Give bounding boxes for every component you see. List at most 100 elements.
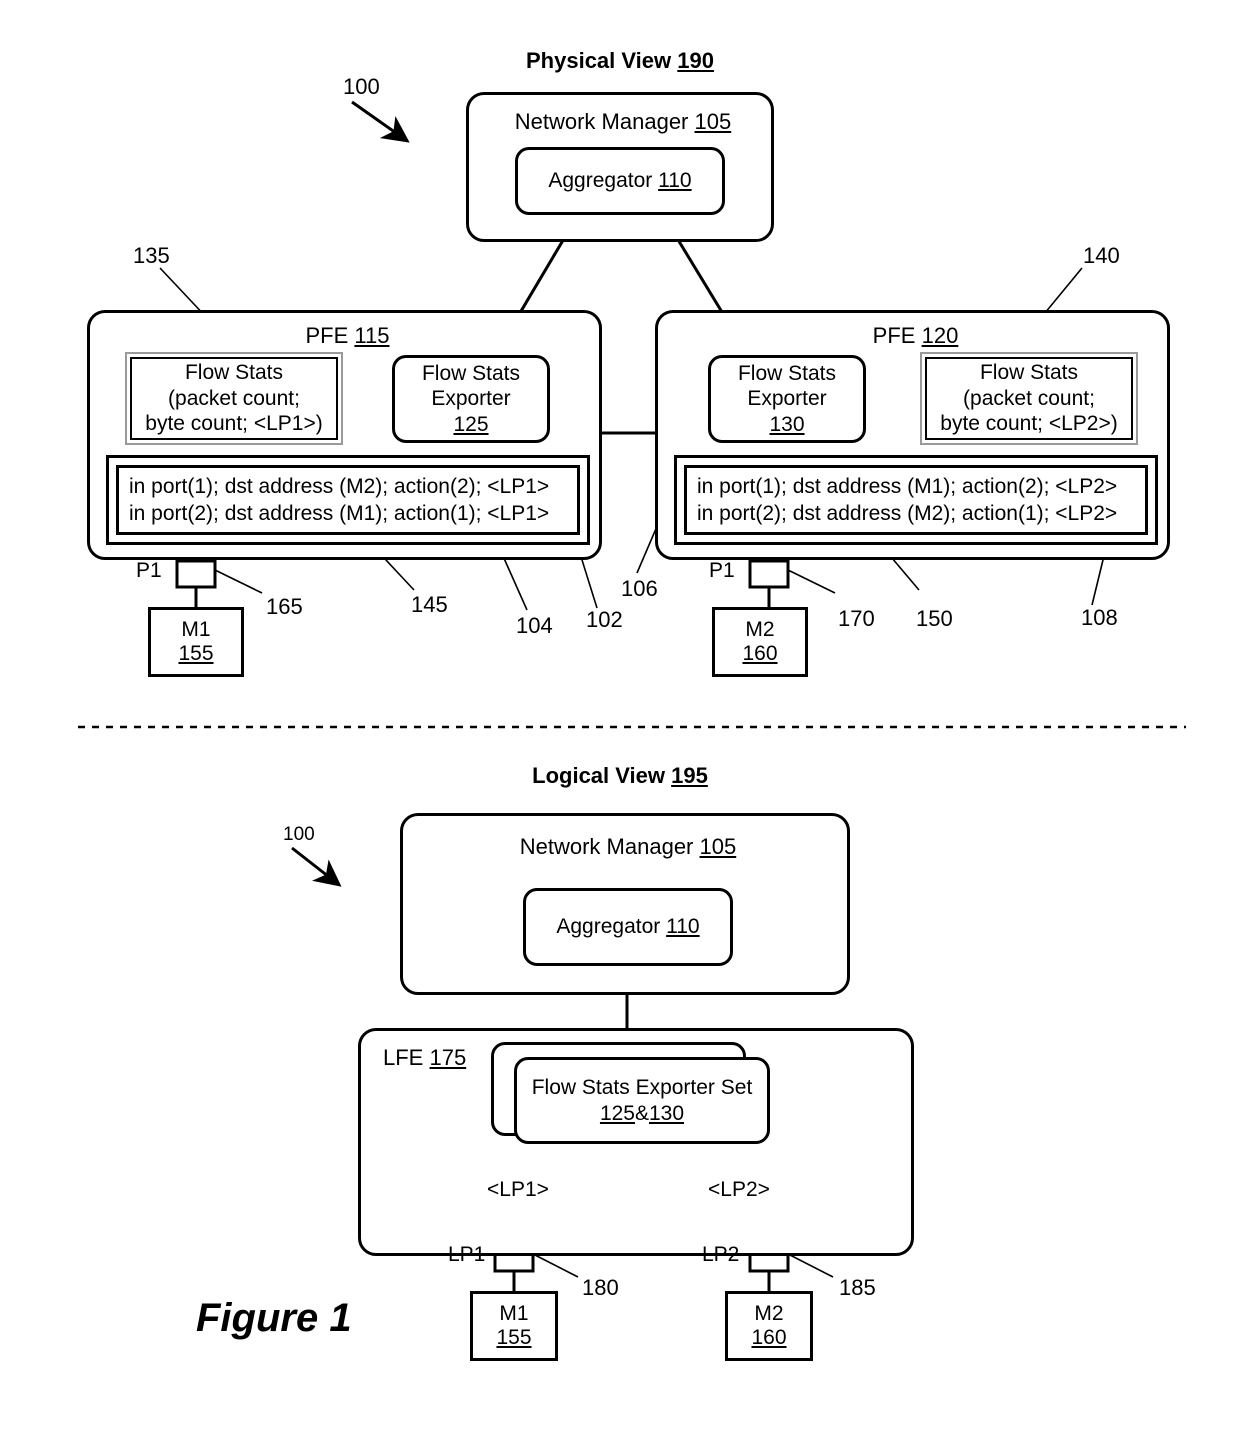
flow-stats-115-text: Flow Stats (packet count; byte count; <L… <box>145 360 322 437</box>
flow-stats-120-line3: byte count; <LP2>) <box>940 412 1118 436</box>
figure-caption: Figure 1 <box>196 1296 352 1340</box>
lfe-175-title-text: LFE <box>383 1045 424 1070</box>
machine-m1-logical: M1 155 <box>470 1291 558 1361</box>
flow-stats-115-line1: Flow Stats <box>184 361 284 385</box>
flow-rule-120-row-1: in port(1); dst address (M1); action(2);… <box>697 474 1118 498</box>
flow-stats-120: Flow Stats (packet count; byte count; <L… <box>920 352 1138 445</box>
callout-ref-135: 135 <box>133 243 170 268</box>
flow-stats-115: Flow Stats (packet count; byte count; <L… <box>125 352 343 445</box>
machine-m1-ref-logical: 155 <box>496 1326 532 1349</box>
ref-150: 150 <box>916 606 953 631</box>
pfe-120-container: PFE 120 Flow Stats Exporter 130 Flow Sta… <box>655 310 1170 560</box>
lfe-175-title: LFE 175 <box>383 1045 466 1071</box>
pfe-120-title-text: PFE <box>872 323 916 348</box>
flow-rules-120-outer: in port(1); dst address (M1); action(2);… <box>674 455 1158 545</box>
ref-108: 108 <box>1081 605 1118 630</box>
logical-port-ref-185: 185 <box>839 1275 876 1300</box>
pfe-115-title-ref: 115 <box>354 323 390 348</box>
port-label-p1-right: P1 <box>709 559 735 582</box>
flow-stats-120-text: Flow Stats (packet count; byte count; <L… <box>940 360 1117 437</box>
network-manager-text-logical: Network Manager <box>519 834 694 859</box>
exporter-set-ref-b: 130 <box>649 1101 685 1125</box>
aggregator-ref-logical: 110 <box>666 914 700 938</box>
logical-port-label-lp2: LP2 <box>702 1243 740 1266</box>
network-manager-label-logical: Network Manager 105 <box>403 834 853 860</box>
port-label-p1-left: P1 <box>136 559 162 582</box>
flow-stats-115-line3: byte count; <LP1>) <box>145 412 323 436</box>
logical-view-title: Logical View 195 <box>0 763 1240 789</box>
machine-m1-physical: M1 155 <box>148 607 244 677</box>
machine-m1-name-physical: M1 <box>181 617 211 641</box>
network-manager-label-physical: Network Manager 105 <box>469 109 777 135</box>
aggregator-text-logical: Aggregator <box>556 914 661 938</box>
physical-view-title-text: Physical View <box>526 48 672 73</box>
callout-ref-140: 140 <box>1083 243 1120 268</box>
exporter-130-ref: 130 <box>769 412 805 436</box>
network-manager-text-physical: Network Manager <box>514 109 689 134</box>
flow-rules-120-inner: in port(1); dst address (M1); action(2);… <box>684 465 1148 535</box>
pfe-115-container: PFE 115 Flow Stats (packet count; byte c… <box>87 310 602 560</box>
aggregator-physical: Aggregator 110 <box>515 147 725 215</box>
port-ref-165: 165 <box>266 594 303 619</box>
exporter-125-line2: Exporter <box>431 387 511 411</box>
exporter-set-amp: & <box>634 1101 649 1125</box>
exporter-125-line1: Flow Stats <box>421 361 521 385</box>
pfe-120-title: PFE 120 <box>658 323 1173 349</box>
machine-m1-ref-physical: 155 <box>178 642 214 665</box>
logical-view-title-ref: 195 <box>671 763 708 788</box>
flow-stats-exporter-set-text: Flow Stats Exporter Set 125&130 <box>532 1075 753 1126</box>
machine-m1-name-logical: M1 <box>499 1301 529 1325</box>
exporter-125-ref: 125 <box>453 412 489 436</box>
flow-rules-115-inner: in port(1); dst address (M2); action(2);… <box>116 465 580 535</box>
aggregator-ref-physical: 110 <box>658 168 692 192</box>
pfe-115-title: PFE 115 <box>90 323 605 349</box>
machine-m2-ref-logical: 160 <box>751 1326 787 1349</box>
network-manager-logical: Network Manager 105 Aggregator 110 <box>400 813 850 995</box>
flow-stats-exporter-130: Flow Stats Exporter 130 <box>708 355 866 443</box>
network-manager-ref-physical: 105 <box>694 109 732 134</box>
ref-102: 102 <box>586 607 623 632</box>
machine-m2-ref-physical: 160 <box>742 642 778 665</box>
exporter-set-ref-a: 125 <box>599 1101 635 1125</box>
aggregator-text-physical: Aggregator <box>548 168 653 192</box>
exporter-set-line1: Flow Stats Exporter Set <box>531 1075 753 1099</box>
logical-view-title-text: Logical View <box>532 763 665 788</box>
ref-104: 104 <box>516 613 553 638</box>
figure-page: Physical View 190 100 Network Manager 10… <box>0 0 1240 1430</box>
machine-m2-logical: M2 160 <box>725 1291 813 1361</box>
flow-stats-exporter-set: Flow Stats Exporter Set 125&130 <box>514 1057 770 1144</box>
exporter-130-line1: Flow Stats <box>737 361 837 385</box>
logical-port-label-lp1: LP1 <box>448 1243 486 1266</box>
pfe-120-title-ref: 120 <box>921 323 959 348</box>
logical-link-label-lp1: <LP1> <box>487 1178 549 1201</box>
system-ref-100-logical: 100 <box>283 824 315 845</box>
logical-link-label-lp2: <LP2> <box>708 1178 770 1201</box>
exporter-130-line2: Exporter <box>747 387 827 411</box>
physical-view-title-ref: 190 <box>677 48 714 73</box>
machine-m2-physical: M2 160 <box>712 607 808 677</box>
port-ref-170: 170 <box>838 606 875 631</box>
machine-m2-name-physical: M2 <box>745 617 775 641</box>
flow-stats-exporter-125-text: Flow Stats Exporter 125 <box>422 361 520 438</box>
aggregator-logical: Aggregator 110 <box>523 888 733 966</box>
flow-stats-120-line1: Flow Stats <box>979 361 1079 385</box>
flow-rule-115-row-2: in port(2); dst address (M1); action(1);… <box>129 502 550 525</box>
logical-port-ref-180: 180 <box>582 1275 619 1300</box>
flow-rule-115-row-1: in port(1); dst address (M2); action(2);… <box>129 474 550 498</box>
lfe-175-title-ref: 175 <box>429 1045 467 1070</box>
network-manager-physical: Network Manager 105 Aggregator 110 <box>466 92 774 242</box>
system-ref-100-physical: 100 <box>343 74 380 99</box>
machine-m2-name-logical: M2 <box>754 1301 784 1325</box>
ref-145: 145 <box>411 592 448 617</box>
ref-106: 106 <box>621 576 658 601</box>
flow-stats-exporter-125: Flow Stats Exporter 125 <box>392 355 550 443</box>
flow-rules-115-outer: in port(1); dst address (M2); action(2);… <box>106 455 590 545</box>
physical-view-title: Physical View 190 <box>0 48 1240 74</box>
pfe-115-title-text: PFE <box>305 323 349 348</box>
exporter-set-refs: 125&130 <box>532 1101 753 1127</box>
aggregator-label-physical: Aggregator 110 <box>548 169 691 194</box>
flow-stats-115-line2: (packet count; <box>168 386 300 410</box>
network-manager-ref-logical: 105 <box>699 834 737 859</box>
flow-stats-120-line2: (packet count; <box>963 386 1095 410</box>
flow-rule-120-row-2: in port(2); dst address (M2); action(1);… <box>697 502 1118 525</box>
